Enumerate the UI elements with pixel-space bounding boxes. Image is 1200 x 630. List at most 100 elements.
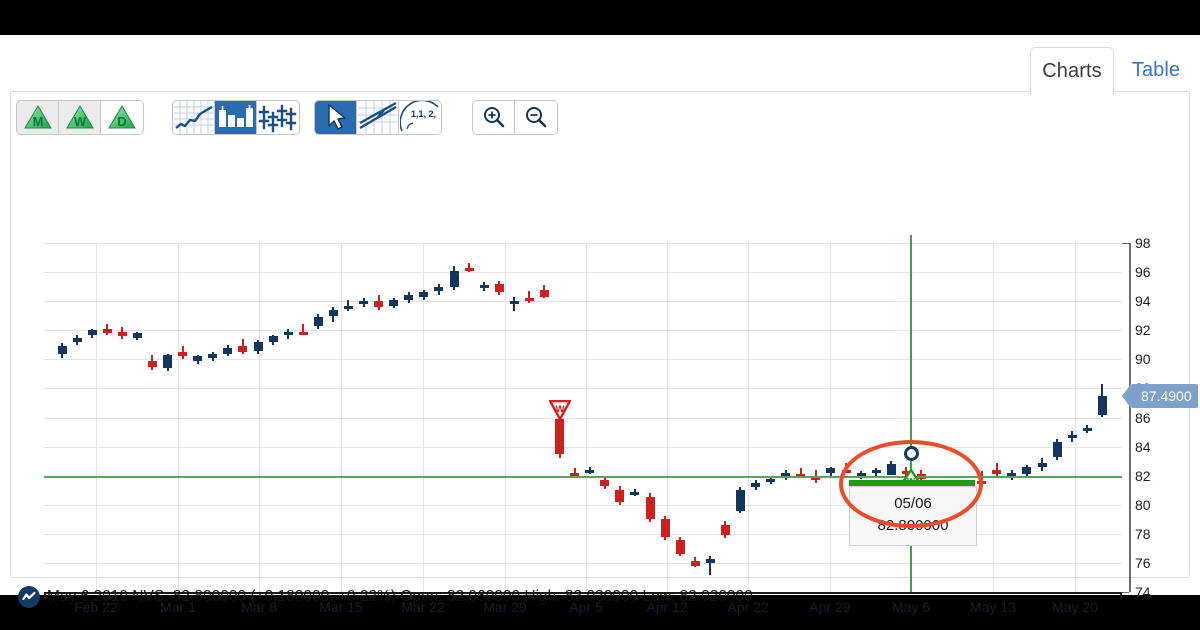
y-axis-tick-label: 82 bbox=[1135, 467, 1151, 484]
grid-line-vertical bbox=[96, 243, 97, 592]
candlestick-body bbox=[283, 331, 293, 335]
candlestick bbox=[720, 520, 730, 539]
candlestick bbox=[163, 353, 173, 371]
candlestick bbox=[132, 331, 142, 341]
candlestick-body bbox=[389, 299, 399, 306]
y-axis-tick-label: 84 bbox=[1135, 438, 1151, 455]
tab-bar: Charts Table bbox=[0, 47, 1200, 95]
fibonacci-tool-button[interactable]: 1,1, 2, bbox=[399, 100, 441, 134]
candlestick-body bbox=[238, 346, 248, 353]
candlestick bbox=[690, 557, 700, 568]
sell-signal-marker-icon: W bbox=[547, 400, 572, 425]
candlestick bbox=[585, 466, 595, 475]
page-content: Charts Table M W D 1,1, 2, W 05/06 82.80… bbox=[0, 35, 1200, 615]
candlestick bbox=[1082, 424, 1092, 434]
daily-button[interactable]: D bbox=[101, 100, 143, 134]
grid-line-vertical bbox=[341, 243, 342, 592]
candlestick bbox=[1067, 430, 1077, 443]
chart-toolbar: M W D 1,1, 2, bbox=[16, 99, 558, 135]
candlestick-body bbox=[268, 336, 278, 342]
zoom-in-button[interactable] bbox=[473, 100, 515, 134]
candlestick-body bbox=[690, 561, 700, 566]
chart-type-button-group bbox=[172, 99, 300, 135]
trendline-tool-button[interactable] bbox=[357, 100, 399, 134]
candlestick-body bbox=[374, 301, 384, 307]
candlestick bbox=[449, 266, 459, 290]
candlestick bbox=[374, 295, 384, 310]
candlestick-body bbox=[615, 490, 625, 502]
line-chart-icon bbox=[173, 100, 214, 134]
candlestick bbox=[479, 282, 489, 291]
line-chart-button[interactable] bbox=[173, 100, 215, 134]
plot-area[interactable]: WW05/0682.800000 bbox=[44, 235, 1122, 593]
zoom-out-button[interactable] bbox=[515, 100, 557, 134]
candlestick-body bbox=[1097, 395, 1107, 415]
candlestick-body bbox=[132, 333, 142, 338]
candlestick bbox=[524, 290, 534, 303]
y-axis-line bbox=[1129, 243, 1131, 592]
screenshot-stage: Charts Table M W D 1,1, 2, W 05/06 82.80… bbox=[0, 0, 1200, 630]
monthly-button[interactable]: M bbox=[17, 100, 59, 134]
status-bar: May 6,2019 NVS: 82.800000 (+0.180000, +0… bbox=[10, 580, 1190, 614]
grid-line-vertical bbox=[993, 243, 994, 592]
candlestick-body bbox=[675, 539, 685, 555]
status-bar-text: May 6,2019 NVS: 82.800000 (+0.180000, +0… bbox=[47, 588, 753, 605]
grid-line-vertical bbox=[505, 243, 506, 592]
y-axis: 9896949290888684828078767487.4900 bbox=[1122, 235, 1198, 600]
grid-line-horizontal bbox=[44, 446, 1122, 448]
candlestick bbox=[359, 298, 369, 307]
bar-chart-button[interactable] bbox=[215, 100, 257, 134]
daily-triangle-icon: D bbox=[108, 105, 136, 129]
candlestick-body bbox=[117, 331, 127, 337]
grid-line-horizontal bbox=[44, 272, 1122, 274]
candlestick-body bbox=[359, 301, 369, 305]
weekly-triangle-icon: W bbox=[65, 105, 94, 129]
candlestick-body bbox=[1022, 466, 1032, 475]
y-axis-tick-label: 96 bbox=[1135, 264, 1151, 281]
candlestick-body bbox=[645, 497, 655, 520]
tool-button-group: 1,1, 2, bbox=[314, 99, 442, 135]
candlestick bbox=[766, 477, 776, 485]
candlestick bbox=[735, 487, 745, 514]
candlestick-body bbox=[223, 347, 233, 354]
zoom-button-group bbox=[472, 99, 558, 135]
candlestick bbox=[404, 292, 414, 303]
candlestick-body bbox=[404, 295, 414, 300]
candlestick bbox=[570, 468, 580, 476]
candlestick-body bbox=[585, 469, 595, 473]
y-axis-tick-label: 98 bbox=[1135, 235, 1151, 251]
chart-container[interactable]: WW05/0682.800000 98969492908886848280787… bbox=[11, 144, 1198, 615]
candlestick bbox=[72, 334, 82, 345]
candlestick-body bbox=[193, 356, 203, 361]
candlestick-body bbox=[705, 558, 715, 563]
weekly-button[interactable]: W bbox=[59, 100, 101, 134]
cursor-tool-button[interactable] bbox=[315, 100, 357, 134]
candlestick-body bbox=[208, 353, 218, 358]
svg-text:W: W bbox=[73, 114, 86, 129]
zoom-in-icon bbox=[483, 107, 504, 128]
tab-table[interactable]: Table bbox=[1118, 47, 1194, 94]
candlestick bbox=[1037, 458, 1047, 472]
grid-line-horizontal bbox=[44, 243, 1122, 244]
tab-charts[interactable]: Charts bbox=[1030, 47, 1114, 94]
y-axis-tick-label: 92 bbox=[1135, 322, 1151, 339]
candlestick-body bbox=[343, 305, 353, 309]
candlestick bbox=[675, 536, 685, 556]
candlestick-chart-button[interactable] bbox=[257, 100, 299, 134]
svg-text:W: W bbox=[555, 404, 564, 415]
candlestick-icon bbox=[258, 104, 297, 132]
candlestick-body bbox=[313, 317, 323, 326]
y-axis-tick-label: 94 bbox=[1135, 293, 1151, 310]
candlestick bbox=[434, 283, 444, 296]
candlestick-body bbox=[494, 283, 504, 293]
candlestick-body bbox=[419, 292, 429, 297]
y-axis-tick-label: 76 bbox=[1135, 554, 1151, 571]
chart-panel: M W D 1,1, 2, W 05/06 82.800000 98 96 94… bbox=[10, 91, 1198, 615]
candlestick bbox=[208, 352, 218, 361]
candlestick-body bbox=[479, 285, 489, 289]
y-axis-tick-label: 80 bbox=[1135, 496, 1151, 513]
candlestick bbox=[705, 555, 715, 575]
candlestick bbox=[539, 285, 549, 299]
candlestick bbox=[57, 343, 67, 358]
candlestick-body bbox=[147, 360, 157, 367]
